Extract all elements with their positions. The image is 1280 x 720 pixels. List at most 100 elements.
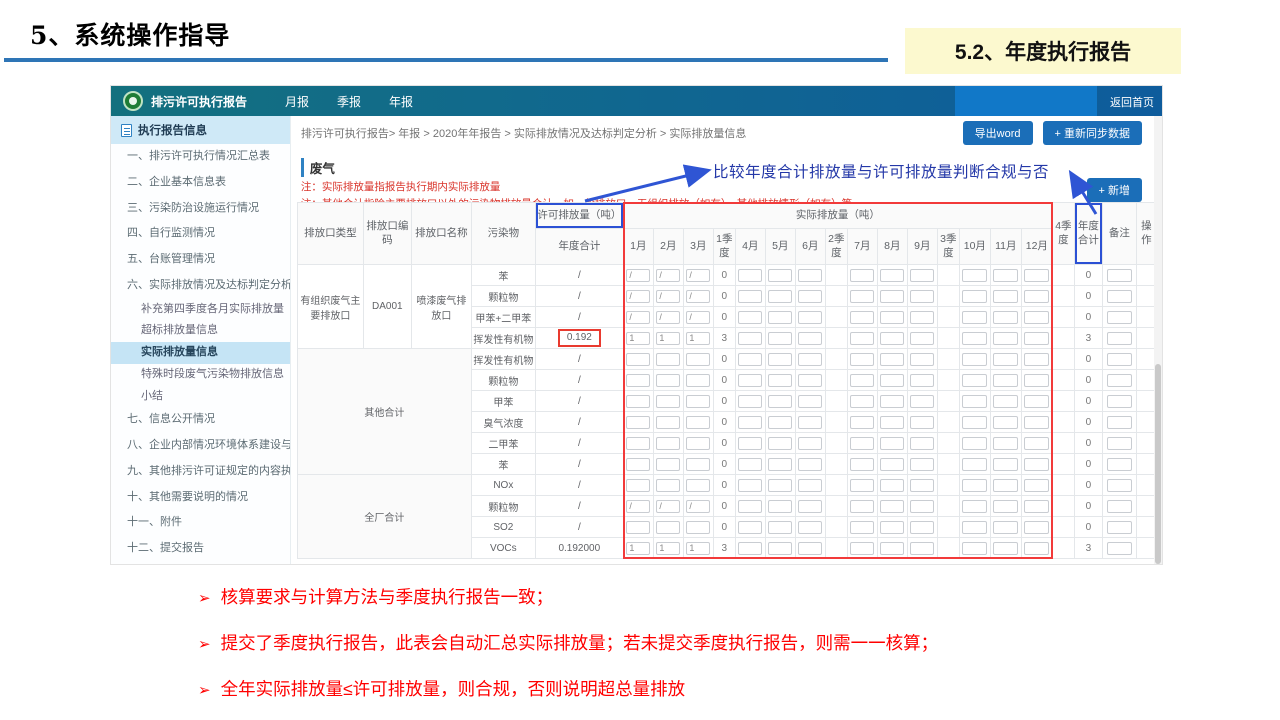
month-emission-input[interactable] [656, 521, 680, 534]
month-emission-input[interactable] [880, 332, 904, 345]
month-emission-input[interactable] [962, 521, 987, 534]
remark-input[interactable] [1107, 269, 1132, 282]
month-emission-input[interactable] [798, 416, 822, 429]
month-emission-input[interactable] [910, 395, 934, 408]
month-emission-input[interactable] [962, 332, 987, 345]
month-emission-input[interactable] [768, 416, 792, 429]
month-emission-input[interactable] [962, 353, 987, 366]
month-emission-input[interactable] [656, 458, 680, 471]
month-emission-input[interactable] [798, 458, 822, 471]
month-emission-input[interactable] [850, 311, 874, 324]
sidebar-item[interactable]: 五、台账管理情况 [111, 247, 290, 273]
month-emission-input[interactable] [798, 521, 822, 534]
month-emission-input[interactable] [880, 542, 904, 555]
month-emission-input[interactable] [626, 374, 650, 387]
month-emission-input[interactable] [738, 311, 762, 324]
month-emission-input[interactable] [686, 332, 710, 345]
month-emission-input[interactable] [993, 311, 1018, 324]
month-emission-input[interactable] [626, 458, 650, 471]
month-emission-input[interactable] [798, 500, 822, 513]
month-emission-input[interactable] [962, 542, 987, 555]
month-emission-input[interactable] [768, 479, 792, 492]
month-emission-input[interactable] [768, 521, 792, 534]
month-emission-input[interactable] [880, 479, 904, 492]
month-emission-input[interactable] [768, 332, 792, 345]
month-emission-input[interactable] [993, 458, 1018, 471]
month-emission-input[interactable] [850, 500, 874, 513]
sidebar-item[interactable]: 四、自行监测情况 [111, 221, 290, 247]
month-emission-input[interactable] [993, 269, 1018, 282]
back-home-link[interactable]: 返回首页 [1110, 94, 1154, 110]
month-emission-input[interactable] [910, 332, 934, 345]
month-emission-input[interactable] [656, 416, 680, 429]
vertical-scrollbar[interactable] [1154, 116, 1162, 564]
month-emission-input[interactable] [962, 269, 987, 282]
month-emission-input[interactable] [850, 395, 874, 408]
month-emission-input[interactable] [738, 269, 762, 282]
month-emission-input[interactable] [962, 458, 987, 471]
month-emission-input[interactable] [962, 479, 987, 492]
month-emission-input[interactable] [798, 542, 822, 555]
month-emission-input[interactable] [798, 374, 822, 387]
month-emission-input[interactable] [962, 500, 987, 513]
month-emission-input[interactable] [656, 269, 680, 282]
remark-input[interactable] [1107, 311, 1132, 324]
month-emission-input[interactable] [656, 437, 680, 450]
month-emission-input[interactable] [656, 332, 680, 345]
month-emission-input[interactable] [798, 290, 822, 303]
month-emission-input[interactable] [768, 542, 792, 555]
month-emission-input[interactable] [880, 500, 904, 513]
month-emission-input[interactable] [626, 332, 650, 345]
month-emission-input[interactable] [880, 374, 904, 387]
month-emission-input[interactable] [910, 290, 934, 303]
month-emission-input[interactable] [1024, 521, 1049, 534]
sidebar-item[interactable]: 十、其他需要说明的情况 [111, 485, 290, 511]
month-emission-input[interactable] [768, 353, 792, 366]
month-emission-input[interactable] [738, 374, 762, 387]
month-emission-input[interactable] [798, 479, 822, 492]
month-emission-input[interactable] [768, 437, 792, 450]
month-emission-input[interactable] [880, 290, 904, 303]
remark-input[interactable] [1107, 500, 1132, 513]
month-emission-input[interactable] [880, 395, 904, 408]
remark-input[interactable] [1107, 437, 1132, 450]
month-emission-input[interactable] [626, 542, 650, 555]
month-emission-input[interactable] [910, 542, 934, 555]
month-emission-input[interactable] [798, 437, 822, 450]
month-emission-input[interactable] [626, 290, 650, 303]
sidebar-item[interactable]: 十一、附件 [111, 510, 290, 536]
month-emission-input[interactable] [656, 290, 680, 303]
resync-data-button[interactable]: + 重新同步数据 [1043, 121, 1142, 145]
month-emission-input[interactable] [1024, 374, 1049, 387]
month-emission-input[interactable] [768, 374, 792, 387]
sidebar-item[interactable]: 九、其他排污许可证规定的内容执行情况 [111, 459, 290, 485]
remark-input[interactable] [1107, 458, 1132, 471]
month-emission-input[interactable] [768, 311, 792, 324]
month-emission-input[interactable] [1024, 311, 1049, 324]
month-emission-input[interactable] [850, 458, 874, 471]
sidebar-item[interactable]: 二、企业基本信息表 [111, 170, 290, 196]
add-button[interactable]: + 新增 [1087, 178, 1142, 202]
month-emission-input[interactable] [738, 416, 762, 429]
month-emission-input[interactable] [656, 374, 680, 387]
remark-input[interactable] [1107, 479, 1132, 492]
month-emission-input[interactable] [962, 290, 987, 303]
remark-input[interactable] [1107, 395, 1132, 408]
month-emission-input[interactable] [686, 416, 710, 429]
month-emission-input[interactable] [993, 500, 1018, 513]
month-emission-input[interactable] [656, 479, 680, 492]
month-emission-input[interactable] [1024, 269, 1049, 282]
month-emission-input[interactable] [962, 374, 987, 387]
month-emission-input[interactable] [738, 395, 762, 408]
month-emission-input[interactable] [962, 437, 987, 450]
sidebar-item[interactable]: 特殊时段废气污染物排放信息 [111, 364, 290, 386]
month-emission-input[interactable] [626, 395, 650, 408]
sidebar-item[interactable]: 一、排污许可执行情况汇总表 [111, 144, 290, 170]
month-emission-input[interactable] [880, 437, 904, 450]
month-emission-input[interactable] [880, 311, 904, 324]
month-emission-input[interactable] [910, 437, 934, 450]
sidebar-item[interactable]: 小结 [111, 386, 290, 408]
export-word-button[interactable]: 导出word [963, 121, 1033, 145]
month-emission-input[interactable] [768, 269, 792, 282]
month-emission-input[interactable] [993, 521, 1018, 534]
